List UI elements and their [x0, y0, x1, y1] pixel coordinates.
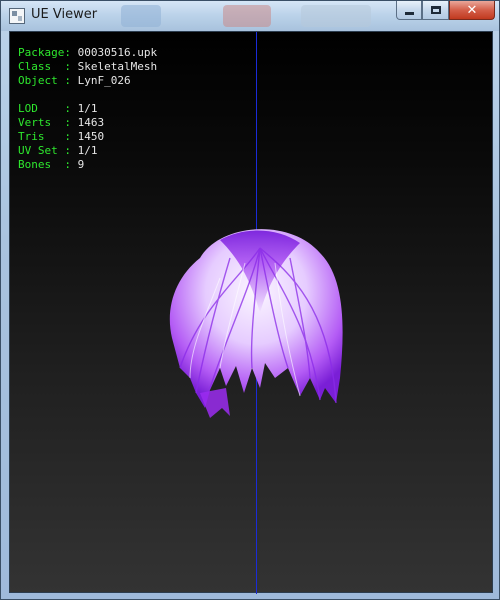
info-value: 9 [77, 158, 85, 171]
info-value: 1/1 [77, 102, 98, 115]
mesh-viewport[interactable]: Package: 00030516.upk Class : SkeletalMe… [9, 31, 493, 594]
window-title: UE Viewer [31, 7, 98, 22]
info-label: Verts : [18, 116, 71, 129]
info-label: Package: [18, 46, 71, 59]
info-label: Object : [18, 74, 71, 87]
info-label: Class : [18, 60, 71, 73]
app-icon[interactable] [9, 8, 25, 24]
info-row-uv-set: UV Set : 1/1 [18, 144, 157, 158]
info-row-tris: Tris : 1450 [18, 130, 157, 144]
minimize-icon [404, 11, 414, 15]
info-value: LynF_026 [77, 74, 131, 87]
info-value: SkeletalMesh [77, 60, 158, 73]
info-label: LOD : [18, 102, 71, 115]
desktop-backdrop [121, 5, 161, 27]
close-icon: ✕ [466, 2, 478, 18]
info-value: 00030516.upk [77, 46, 158, 59]
info-label: Tris : [18, 130, 71, 143]
caption-buttons: ✕ [396, 1, 495, 21]
info-row-package: Package: 00030516.upk [18, 46, 157, 60]
info-value: 1/1 [77, 144, 98, 157]
hair-mesh-model [169, 229, 343, 418]
info-row-bones: Bones : 9 [18, 158, 157, 172]
info-row-class: Class : SkeletalMesh [18, 60, 157, 74]
info-value: 1450 [77, 130, 105, 143]
info-row-verts: Verts : 1463 [18, 116, 157, 130]
desktop-backdrop [223, 5, 271, 27]
close-button[interactable]: ✕ [449, 1, 495, 20]
info-label: UV Set : [18, 144, 71, 157]
app-window: UE Viewer ✕ Package: 00030516.upk Class … [0, 0, 500, 600]
desktop-backdrop [301, 5, 371, 27]
mesh-info-overlay: Package: 00030516.upk Class : SkeletalMe… [18, 46, 157, 172]
maximize-button[interactable] [422, 1, 449, 20]
info-label: Bones : [18, 158, 71, 171]
title-bar[interactable]: UE Viewer ✕ [1, 1, 499, 31]
maximize-icon [430, 6, 441, 14]
info-row-lod: LOD : 1/1 [18, 102, 157, 116]
info-value: 1463 [77, 116, 105, 129]
info-row-object: Object : LynF_026 [18, 74, 157, 88]
hair-tip [200, 388, 230, 418]
minimize-button[interactable] [396, 1, 422, 20]
